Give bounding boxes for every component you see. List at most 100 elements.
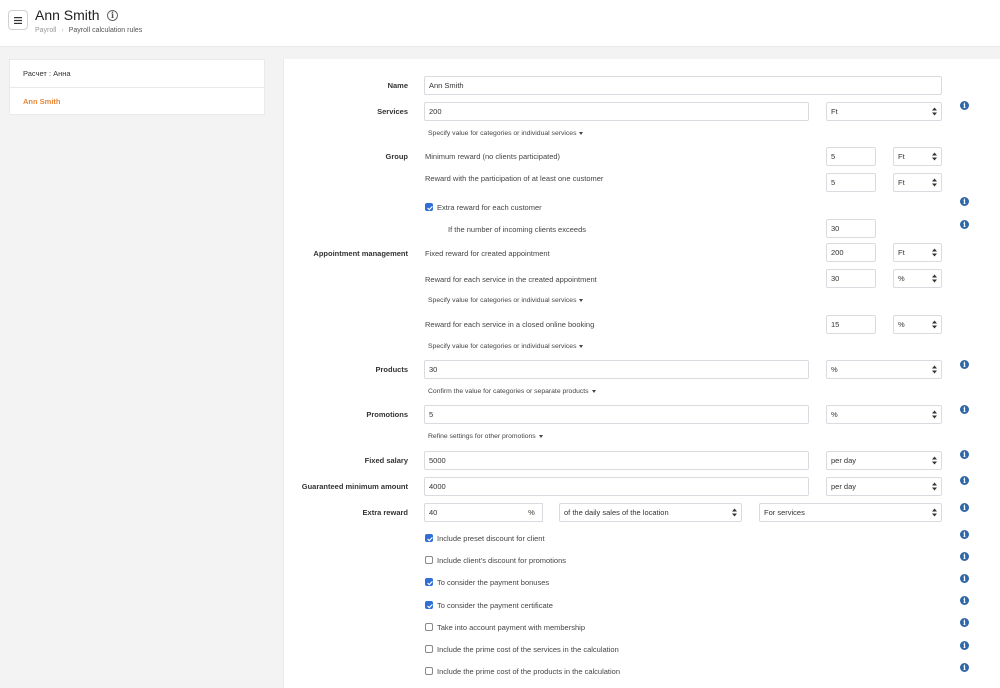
fixed-created-input[interactable]: 200 xyxy=(826,243,876,262)
menu-icon[interactable] xyxy=(8,10,28,30)
promo-discount-label: Include client's discount for promotions xyxy=(437,556,566,565)
each-service-created-unit-select[interactable]: % xyxy=(893,269,942,288)
info-icon[interactable]: i xyxy=(960,197,969,206)
each-service-online-input[interactable]: 15 xyxy=(826,315,876,334)
check-icon xyxy=(427,580,433,586)
membership-payment-checkbox[interactable] xyxy=(425,623,433,631)
breadcrumb: Payroll › Payroll calculation rules xyxy=(35,27,142,34)
promotions-refine-toggle[interactable]: Refine settings for other promotions xyxy=(428,433,543,440)
preset-discount-checkbox[interactable] xyxy=(425,534,433,542)
extra-reward-percent-addon: % xyxy=(521,503,543,522)
products-label: Products xyxy=(375,365,408,374)
promotions-input[interactable]: 5 xyxy=(424,405,809,424)
group-min-reward-input[interactable]: 5 xyxy=(826,147,876,166)
info-icon[interactable]: i xyxy=(960,596,969,605)
extra-customer-label: Extra reward for each customer xyxy=(437,203,542,212)
guaranteed-period-value: per day xyxy=(831,482,857,491)
products-unit-select[interactable]: % xyxy=(826,360,942,379)
prime-cost-products-label: Include the prime cost of the products i… xyxy=(437,667,621,676)
payment-certificate-label: To consider the payment certificate xyxy=(437,601,553,610)
promotions-unit-value: % xyxy=(831,410,838,419)
info-icon[interactable]: i xyxy=(960,476,969,485)
each-service-created-input[interactable]: 30 xyxy=(826,269,876,288)
select-arrows-icon xyxy=(932,248,937,257)
each-service-created-text: Reward for each service in the created a… xyxy=(425,275,597,284)
info-icon[interactable]: i xyxy=(960,552,969,561)
group-one-customer-unit-select[interactable]: Ft xyxy=(893,173,942,192)
each-service-online-unit-value: % xyxy=(898,320,905,329)
check-icon xyxy=(427,536,433,542)
caret-down-icon xyxy=(579,131,584,135)
guaranteed-input[interactable]: 4000 xyxy=(424,477,809,496)
name-input[interactable]: Ann Smith xyxy=(424,76,942,95)
preset-discount-label: Include preset discount for client xyxy=(437,534,545,543)
guaranteed-label: Guaranteed minimum amount xyxy=(301,482,408,491)
select-arrows-icon xyxy=(932,178,937,187)
info-icon[interactable]: i xyxy=(960,503,969,512)
products-input[interactable]: 30 xyxy=(424,360,809,379)
check-icon xyxy=(427,205,433,211)
services-specify-toggle[interactable]: Specify value for categories or individu… xyxy=(428,130,584,137)
info-icon[interactable]: i xyxy=(960,641,969,650)
extra-reward-base-select[interactable]: of the daily sales of the location xyxy=(559,503,742,522)
extra-reward-base-value: of the daily sales of the location xyxy=(564,508,669,517)
group-one-customer-input[interactable]: 5 xyxy=(826,173,876,192)
payment-bonuses-checkbox[interactable] xyxy=(425,578,433,586)
fixed-created-unit-select[interactable]: Ft xyxy=(893,243,942,262)
products-confirm-toggle[interactable]: Confirm the value for categories or sepa… xyxy=(428,388,596,395)
each-service-created-unit-value: % xyxy=(898,274,905,283)
caret-down-icon xyxy=(591,389,596,393)
fixed-salary-input[interactable]: 5000 xyxy=(424,451,809,470)
fixed-salary-period-value: per day xyxy=(831,456,857,465)
fixed-salary-period-select[interactable]: per day xyxy=(826,451,942,470)
select-arrows-icon xyxy=(932,107,937,116)
breadcrumb-current: Payroll calculation rules xyxy=(68,27,143,34)
info-icon[interactable]: i xyxy=(960,663,969,672)
prime-cost-products-checkbox[interactable] xyxy=(425,667,433,675)
info-icon[interactable]: i xyxy=(960,450,969,459)
each-service-online-specify-toggle[interactable]: Specify value for categories or individu… xyxy=(428,343,584,350)
services-input[interactable]: 200 xyxy=(424,102,809,121)
page-title: Ann Smith xyxy=(35,7,100,23)
group-min-reward-text: Minimum reward (no clients participated) xyxy=(425,152,561,161)
services-label: Services xyxy=(377,107,408,116)
each-service-online-specify-label: Specify value for categories or individu… xyxy=(428,343,577,350)
info-icon[interactable]: i xyxy=(960,574,969,583)
guaranteed-period-select[interactable]: per day xyxy=(826,477,942,496)
info-icon[interactable]: i xyxy=(960,405,969,414)
services-specify-label: Specify value for categories or individu… xyxy=(428,130,577,137)
extra-customer-checkbox[interactable] xyxy=(425,203,433,211)
info-icon[interactable]: i xyxy=(107,10,118,21)
prime-cost-services-checkbox[interactable] xyxy=(425,645,433,653)
info-icon[interactable]: i xyxy=(960,360,969,369)
promotions-unit-select[interactable]: % xyxy=(826,405,942,424)
caret-down-icon xyxy=(579,344,584,348)
extra-reward-input[interactable]: 40 xyxy=(424,503,522,522)
payment-certificate-checkbox[interactable] xyxy=(425,601,433,609)
info-icon[interactable]: i xyxy=(960,618,969,627)
each-service-online-unit-select[interactable]: % xyxy=(893,315,942,334)
services-unit-select[interactable]: Ft xyxy=(826,102,942,121)
services-unit-value: Ft xyxy=(831,107,838,116)
each-service-online-text: Reward for each service in a closed onli… xyxy=(425,320,595,329)
caret-down-icon xyxy=(538,434,543,438)
appointment-label: Appointment management xyxy=(313,249,408,258)
products-unit-value: % xyxy=(831,365,838,374)
select-arrows-icon xyxy=(932,152,937,161)
select-arrows-icon xyxy=(932,365,937,374)
group-one-customer-text: Reward with the participation of at leas… xyxy=(425,174,604,183)
promo-discount-checkbox[interactable] xyxy=(425,556,433,564)
extra-reward-scope-select[interactable]: For services xyxy=(759,503,942,522)
caret-down-icon xyxy=(579,298,584,302)
extra-reward-label: Extra reward xyxy=(362,508,408,517)
select-arrows-icon xyxy=(732,508,737,517)
each-service-created-specify-toggle[interactable]: Specify value for categories or individu… xyxy=(428,297,584,304)
info-icon[interactable]: i xyxy=(960,530,969,539)
select-arrows-icon xyxy=(932,320,937,329)
incoming-clients-input[interactable]: 30 xyxy=(826,219,876,238)
breadcrumb-payroll[interactable]: Payroll xyxy=(35,27,56,34)
fixed-salary-label: Fixed salary xyxy=(364,456,408,465)
info-icon[interactable]: i xyxy=(960,101,969,110)
group-min-reward-unit-select[interactable]: Ft xyxy=(893,147,942,166)
info-icon[interactable]: i xyxy=(960,220,969,229)
